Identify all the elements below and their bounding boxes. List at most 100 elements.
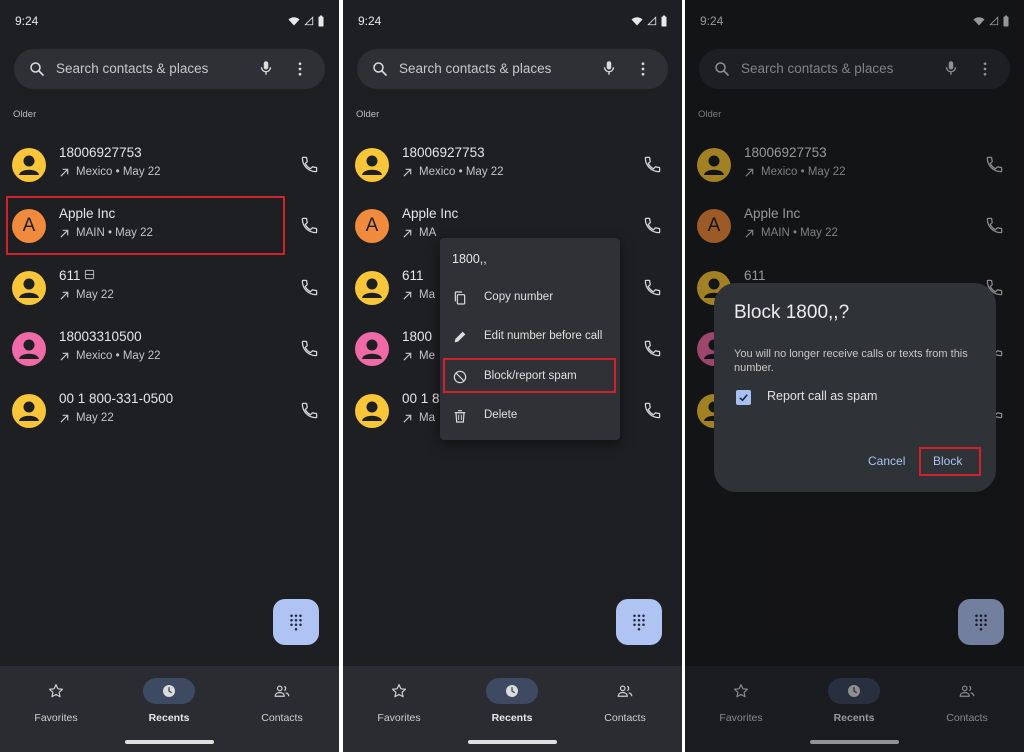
home-indicator [125,740,214,744]
call-detail: MA [419,227,437,239]
call-detail: May 22 [76,289,114,301]
call-log-row[interactable]: 18006927753 Mexico • May 22 [0,140,339,196]
call-detail: Me [419,350,435,362]
nav-label: Recents [148,712,190,724]
mic-icon[interactable] [600,59,618,77]
wifi-icon [288,15,300,27]
nav-contacts[interactable]: Contacts [580,678,670,728]
phone-icon[interactable] [643,155,662,174]
battery-icon [661,15,667,27]
avatar [12,148,46,182]
nav-label: Contacts [604,712,646,724]
more-options-icon[interactable] [634,60,652,78]
report-spam-label[interactable]: Report call as spam [767,389,877,403]
call-name: Apple Inc [402,206,459,221]
wifi-icon [631,15,643,27]
call-name: 00 1 8 [402,391,440,406]
dialpad-button[interactable] [273,599,319,645]
call-detail: Mexico • May 22 [76,166,161,178]
star-icon [390,682,408,700]
copy-icon [452,290,468,306]
outgoing-call-icon [59,413,70,424]
nav-favorites[interactable]: Favorites [11,678,101,728]
avatar [12,332,46,366]
call-name: 611 [59,268,95,283]
section-header: Older [356,109,380,120]
avatar [355,394,389,428]
context-menu-title: 1800,, [452,252,487,266]
clock-icon [160,682,178,700]
call-detail: Ma [419,289,435,301]
menu-item-delete[interactable]: Delete [440,398,620,434]
person-icon [355,394,389,428]
trash-icon [452,408,468,424]
call-name: 18006927753 [402,145,485,160]
dialog-message: You will no longer receive calls or text… [734,348,968,374]
person-icon [355,271,389,305]
nav-favorites[interactable]: Favorites [354,678,444,728]
more-options-icon[interactable] [291,60,309,78]
mic-icon[interactable] [257,59,275,77]
battery-icon [318,15,324,27]
section-header: Older [13,109,37,120]
phone-icon[interactable] [643,339,662,358]
signal-icon [647,16,657,26]
call-name: 1800 [402,329,433,344]
call-detail: May 22 [76,412,114,424]
call-detail: Mexico • May 22 [419,166,504,178]
check-icon [738,392,749,403]
phone-icon[interactable] [300,401,319,420]
dialog-title: Block 1800,,? [734,302,850,323]
person-icon [355,148,389,182]
menu-item-copy-number[interactable]: Copy number [440,280,620,316]
phone-icon[interactable] [643,278,662,297]
outgoing-call-icon [402,228,413,239]
phone-icon[interactable] [300,155,319,174]
dialpad-icon [287,613,305,631]
phone-icon[interactable] [300,278,319,297]
dialpad-button[interactable] [616,599,662,645]
nav-contacts[interactable]: Contacts [237,678,327,728]
search-bar[interactable]: Search contacts & places [14,49,325,89]
call-name: 18003310500 [59,329,142,344]
person-icon [12,394,46,428]
phone-screen-recents: 9:24 Search contacts & places Older 1800… [0,0,339,752]
report-spam-checkbox[interactable] [736,390,751,405]
nav-recents[interactable]: Recents [124,678,214,728]
cancel-button[interactable]: Cancel [868,454,905,468]
highlight-box [443,358,616,393]
outgoing-call-icon [59,167,70,178]
highlight-box [919,447,981,476]
nav-recents[interactable]: Recents [467,678,557,728]
outgoing-call-icon [59,290,70,301]
call-log-row[interactable]: 18003310500 Mexico • May 22 [0,324,339,380]
nav-label: Favorites [377,712,421,724]
search-bar[interactable]: Search contacts & places [357,49,668,89]
call-log-row[interactable]: 00 1 800-331-0500 May 22 [0,386,339,442]
nav-label: Favorites [34,712,78,724]
search-placeholder: Search contacts & places [56,61,209,76]
context-menu: 1800,, Copy number Edit number before ca… [440,238,620,440]
phone-icon[interactable] [643,216,662,235]
menu-item-label: Edit number before call [484,330,603,342]
people-icon [616,682,634,700]
person-icon [12,271,46,305]
outgoing-call-icon [402,413,413,424]
search-icon [28,60,46,78]
menu-item-label: Delete [484,409,518,421]
call-name: 18006927753 [59,145,142,160]
sim-card-icon [84,269,95,280]
nav-label: Recents [491,712,533,724]
dialpad-icon [630,613,648,631]
phone-icon[interactable] [643,401,662,420]
nav-label: Contacts [261,712,303,724]
call-log-row[interactable]: 18006927753 Mexico • May 22 [343,140,682,196]
phone-icon[interactable] [300,216,319,235]
phone-icon[interactable] [300,339,319,358]
outgoing-call-icon [402,167,413,178]
call-name: 00 1 800-331-0500 [59,391,174,406]
search-placeholder: Search contacts & places [399,61,552,76]
menu-item-edit-number[interactable]: Edit number before call [440,319,620,355]
call-log-row[interactable]: 611 May 22 [0,263,339,319]
avatar [355,332,389,366]
